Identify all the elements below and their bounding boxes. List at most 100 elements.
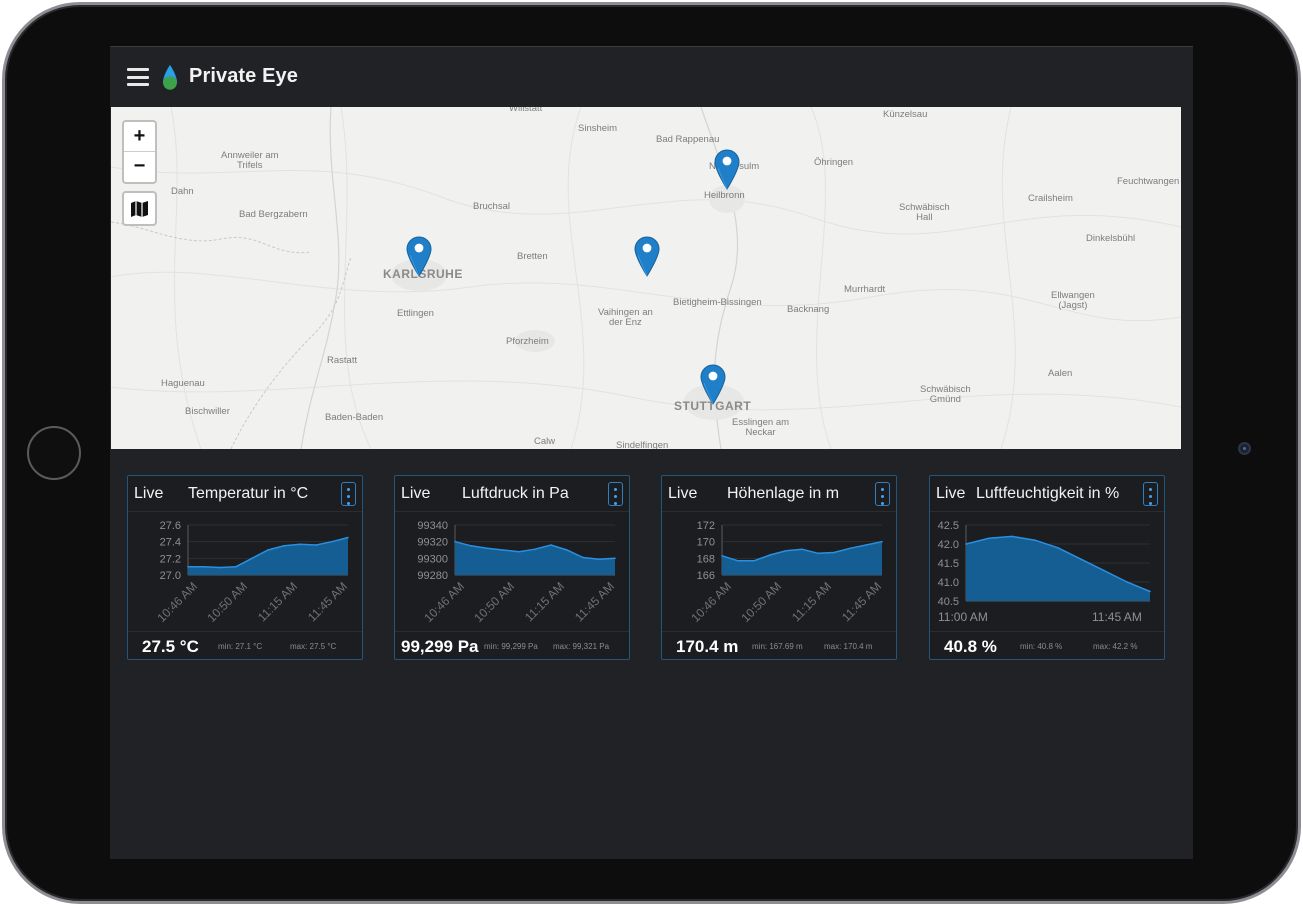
y-tick-label: 42.0 (938, 539, 959, 551)
map-place-label: Pforzheim (506, 336, 549, 347)
map-place-label: Bad Bergzabern (239, 209, 308, 220)
data-point (219, 566, 221, 569)
map-layers-button[interactable] (122, 191, 157, 226)
card-title: Höhenlage in m (727, 485, 840, 502)
map-marker-karlsruhe[interactable] (405, 235, 433, 277)
map-place-label: Murrhardt (844, 284, 886, 295)
map-view[interactable]: Willstätt Sinsheim Bad Rappenau Künzelsau An… (111, 107, 1181, 449)
data-point (283, 545, 285, 547)
card-menu-button[interactable] (875, 482, 890, 506)
x-tick-label: 11:00 AM (938, 610, 988, 624)
map-marker-heilbronn[interactable] (713, 148, 741, 190)
map-place-label: Feuchtwangen (1117, 176, 1180, 187)
map-place-label: Schwäbisch Gmünd (920, 384, 971, 405)
data-point (801, 548, 803, 550)
map-place-label: Bad Rappenau (656, 134, 720, 145)
x-tick-label: 11:15 AM (789, 579, 834, 624)
card-header: Live Luftdruck in Pa (395, 476, 629, 512)
card-menu-button[interactable] (608, 482, 623, 506)
card-menu-button[interactable] (1143, 482, 1158, 506)
map-pin-icon (634, 236, 660, 277)
zoom-out-button[interactable]: − (124, 152, 155, 182)
x-tick-label: 11:45 AM (305, 579, 350, 624)
data-point (865, 544, 867, 546)
y-tick-label: 27.2 (160, 553, 181, 565)
map-place-label: Crailsheim (1028, 193, 1073, 204)
map-pin-icon (700, 364, 726, 405)
x-tick-label: 10:46 AM (154, 579, 200, 625)
data-point (347, 536, 349, 539)
map-place-label: Öhringen (814, 157, 854, 168)
map-place-label: Bruchsal (473, 201, 510, 212)
humidity-chart: 42.5 42.0 41.5 41.0 40.5 11:00 AM 11:45 AM (938, 520, 1151, 624)
map-place-label: Ellwangen (Jagst) (1051, 290, 1095, 311)
card-title: Temperatur in °C (188, 485, 309, 502)
data-point (1103, 569, 1105, 572)
app-screen: Private Eye Willstätt Sinsheim Bad Rappe… (110, 46, 1193, 859)
data-point (518, 550, 520, 553)
min-value: min: 99,299 Pa (484, 642, 538, 651)
max-value: max: 27.5 °C (290, 642, 337, 651)
data-point (833, 551, 835, 554)
x-tick-label: 11:45 AM (572, 579, 617, 624)
sensor-card-pressure: Live Luftdruck in Pa 99340 99320 99300 9928… (394, 475, 630, 660)
max-value: max: 99,321 Pa (553, 642, 610, 651)
map-marker-vaihingen[interactable] (633, 235, 661, 277)
card-menu-button[interactable] (341, 482, 356, 506)
map-place-label: Backnang (787, 304, 830, 315)
data-point (1080, 558, 1082, 560)
data-point (486, 547, 488, 550)
zoom-in-button[interactable]: + (124, 122, 155, 152)
y-tick-label: 99280 (417, 570, 448, 582)
data-point (187, 565, 189, 568)
app-bar: Private Eye (110, 46, 1193, 107)
logo-icon (163, 65, 177, 90)
map-place-label: Sindelfingen (616, 440, 669, 450)
data-point (988, 537, 990, 540)
x-tick-label: 11:45 AM (1092, 610, 1142, 624)
max-value: max: 170.4 m (824, 642, 873, 651)
data-point (817, 552, 819, 555)
y-tick-label: 27.0 (160, 570, 181, 582)
live-label: Live (401, 485, 431, 502)
y-tick-label: 99300 (417, 553, 448, 565)
data-point (299, 543, 301, 545)
sensor-card-temperature: Live Temperatur in °C 27.6 27.4 27.2 27.0 10… (127, 475, 363, 660)
map-place-label: Künzelsau (883, 109, 928, 120)
y-tick-label: 170 (697, 537, 715, 549)
data-point (965, 543, 967, 545)
live-label: Live (936, 485, 966, 502)
current-value: 170.4 m (676, 637, 739, 656)
x-tick-label: 11:15 AM (522, 579, 567, 624)
min-value: min: 167.69 m (752, 642, 803, 651)
map-place-label: Bietigheim-Bissingen (673, 297, 762, 308)
map-icon (131, 201, 148, 217)
card-title: Luftfeuchtigkeit in % (976, 485, 1120, 502)
y-tick-label: 166 (697, 570, 715, 582)
y-tick-label: 27.6 (160, 520, 181, 532)
card-footer: 27.5 °C min: 27.1 °C max: 27.5 °C (128, 631, 362, 659)
app-title: Private Eye (189, 65, 298, 87)
map-marker-stuttgart[interactable] (699, 363, 727, 405)
menu-icon[interactable] (127, 68, 149, 86)
data-point (1057, 547, 1059, 549)
data-point (454, 540, 456, 543)
data-point (235, 565, 237, 568)
data-point (753, 560, 755, 562)
map-place-label: Willstätt (509, 107, 543, 114)
map-place-label: Bischwiller (185, 406, 230, 417)
data-point (769, 554, 771, 556)
x-tick-label: 11:15 AM (255, 579, 300, 624)
y-tick-label: 40.5 (938, 596, 959, 608)
y-tick-label: 172 (697, 520, 715, 532)
y-tick-label: 41.0 (938, 577, 959, 589)
card-footer: 40.8 % min: 40.8 % max: 42.2 % (930, 631, 1164, 659)
map-place-label: Vaihingen an der Enz (598, 307, 653, 328)
map-place-label: Heilbronn (704, 190, 745, 201)
x-tick-label: 10:46 AM (421, 579, 467, 625)
x-tick-label: 10:50 AM (204, 579, 250, 625)
home-button[interactable] (27, 426, 81, 480)
x-tick-label: 10:50 AM (471, 579, 517, 625)
map-place-label: Dahn (171, 186, 194, 197)
data-point (315, 544, 317, 546)
